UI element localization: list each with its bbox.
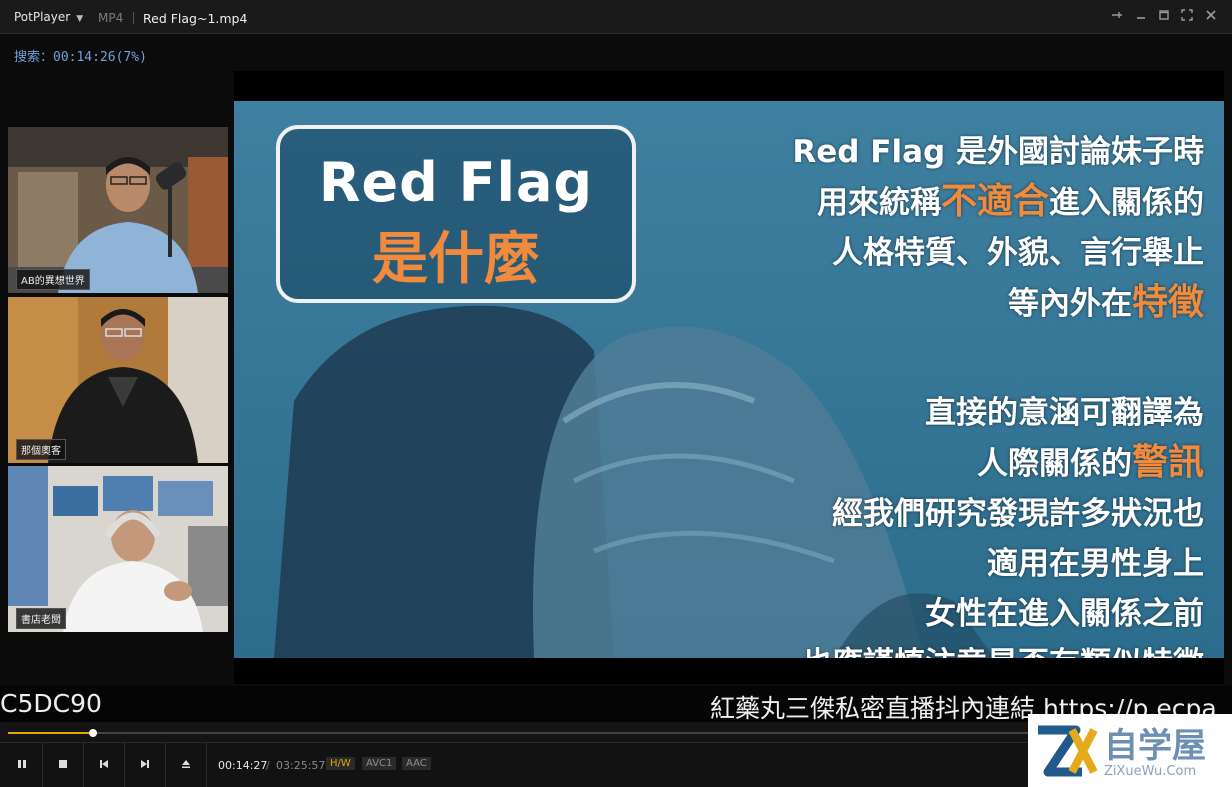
slide-text: 用來統稱 <box>816 185 941 221</box>
slide-title-box: Red Flag 是什麼 <box>276 125 636 303</box>
site-watermark: 自学屋 ZiXueWu.Com <box>1028 714 1232 787</box>
title-divider <box>133 12 134 24</box>
participant-video-2: 那個奧客 <box>8 297 228 463</box>
next-button[interactable] <box>125 743 166 787</box>
slide-line: 適用在男性身上 <box>987 546 1204 582</box>
slide-highlight: 特徵 <box>1131 282 1204 323</box>
minimize-icon[interactable] <box>1134 9 1148 23</box>
participant-name-label: 書店老闆 <box>16 608 66 629</box>
pin-icon[interactable] <box>1110 9 1124 23</box>
pause-button[interactable] <box>2 743 43 787</box>
zx-logo-icon <box>1038 725 1098 777</box>
eject-icon <box>182 760 190 768</box>
slide-highlight: 警訊 <box>1131 442 1204 483</box>
current-time[interactable]: 00:14:27 <box>218 759 267 772</box>
total-time[interactable]: 03:25:57 <box>276 759 325 772</box>
slide-line: 經我們研究發現許多狀況也 <box>832 496 1204 532</box>
watermark-cn-text: 自学屋 <box>1104 726 1206 766</box>
previous-icon <box>100 760 108 768</box>
slide-title-en: Red Flag <box>318 151 594 214</box>
hw-decode-badge[interactable]: H/W <box>326 757 355 770</box>
slide-text-block-1: Red Flag 是外國討論妹子時 用來統稱不適合進入關係的 人格特質、外貌、言… <box>792 127 1204 329</box>
slide-text: 人際關係的 <box>976 446 1132 482</box>
slide-text: 進入關係的 <box>1049 185 1204 221</box>
slide-line: 直接的意涵可翻譯為 <box>925 395 1204 431</box>
slide-line: Red Flag 是外國討論妹子時 <box>792 134 1204 170</box>
stop-button[interactable] <box>43 743 84 787</box>
participant-name-label: AB的異想世界 <box>16 269 90 290</box>
app-menu-button[interactable]: PotPlayer ▼ <box>14 10 83 24</box>
audio-codec-badge[interactable]: AAC <box>402 757 431 770</box>
slide-line: 人際關係的警訊 <box>801 438 1204 489</box>
slide-title-zh: 是什麼 <box>372 227 540 292</box>
slide-line: 女性在進入關係之前 <box>925 596 1204 632</box>
watermark-en-text: ZiXueWu.Com <box>1104 764 1197 779</box>
slide-text: 等內外在 <box>1007 286 1132 322</box>
time-separator: / <box>266 759 270 772</box>
seek-osd-text: 搜索：00:14:26(7%) <box>14 50 147 65</box>
video-area[interactable]: Red Flag 是什麼 Red Flag 是外國討論妹子時 用來統稱不適合進入… <box>234 71 1224 684</box>
stop-icon <box>59 760 67 768</box>
slide-highlight: 不適合 <box>940 181 1049 222</box>
seek-progress-fill <box>8 732 94 734</box>
pause-icon <box>18 760 26 768</box>
fullscreen-icon[interactable] <box>1180 9 1194 23</box>
next-icon <box>141 760 149 768</box>
ticker-left-text: C5DC90 <box>0 689 102 718</box>
slide-line: 也應謹慎注意是否有類似特徵 <box>801 639 1204 658</box>
app-name: PotPlayer <box>14 10 71 24</box>
slide-line: 等內外在特徵 <box>792 278 1204 329</box>
participant-video-1: AB的異想世界 <box>8 127 228 293</box>
title-bar: PotPlayer ▼ MP4 Red Flag~1.mp4 <box>0 0 1232 34</box>
previous-button[interactable] <box>84 743 125 787</box>
slide-text-block-2: 直接的意涵可翻譯為 人際關係的警訊 經我們研究發現許多狀況也 適用在男性身上 女… <box>801 388 1204 658</box>
video-frame: Red Flag 是什麼 Red Flag 是外國討論妹子時 用來統稱不適合進入… <box>234 101 1224 658</box>
slide-line: 用來統稱不適合進入關係的 <box>792 177 1204 228</box>
open-file-button[interactable] <box>166 743 207 787</box>
file-title: Red Flag~1.mp4 <box>143 11 248 26</box>
participant-name-label: 那個奧客 <box>16 439 66 460</box>
slide-line: 人格特質、外貌、言行舉止 <box>832 235 1204 271</box>
format-label: MP4 <box>98 11 124 25</box>
chevron-down-icon: ▼ <box>76 14 84 24</box>
maximize-icon[interactable] <box>1157 9 1171 23</box>
seek-handle[interactable] <box>89 729 98 737</box>
participant-video-3: 書店老闆 <box>8 466 228 632</box>
video-codec-badge[interactable]: AVC1 <box>362 757 397 770</box>
close-icon[interactable] <box>1204 9 1218 23</box>
